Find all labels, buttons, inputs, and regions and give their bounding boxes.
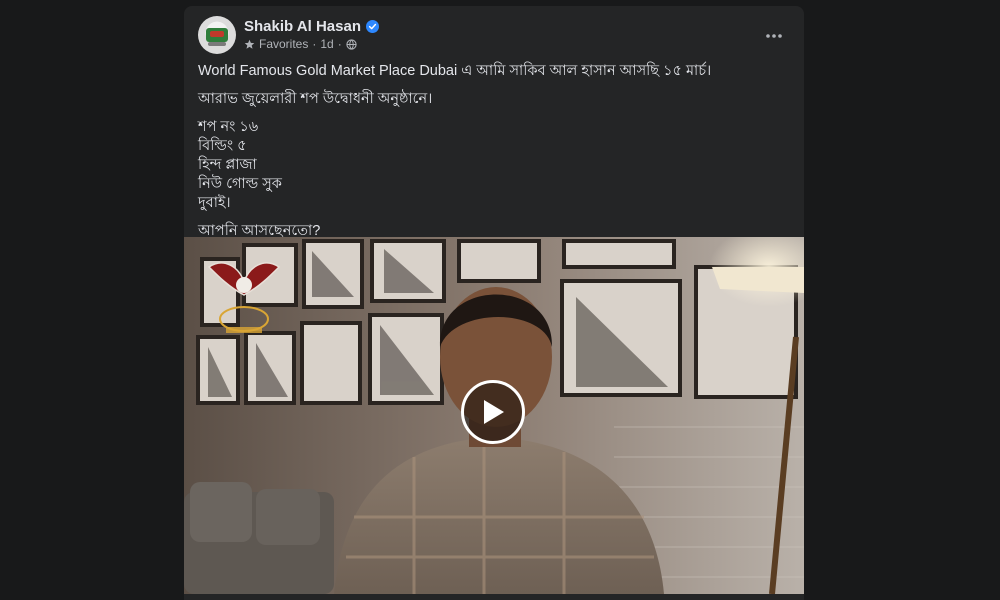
globe-icon[interactable]: [346, 38, 357, 50]
address-line: হিন্দ প্লাজা: [198, 157, 257, 173]
avatar[interactable]: [198, 16, 236, 54]
author-name[interactable]: Shakib Al Hasan: [244, 18, 361, 35]
address-line: নিউ গোল্ড সুক: [198, 176, 282, 192]
post-header: Shakib Al Hasan Favorites · 1d ·: [198, 16, 790, 56]
more-options-button[interactable]: [758, 20, 790, 52]
address-line: বিল্ডিং ৫: [198, 138, 247, 154]
video-player[interactable]: [184, 237, 804, 594]
verified-badge-icon: [365, 20, 379, 33]
address-line: দুবাই।: [198, 195, 231, 211]
post-text-line: World Famous Gold Market Place Dubai এ আ…: [198, 63, 712, 79]
meta-separator: ·: [312, 37, 317, 51]
address-line: শপ নং ১৬: [198, 119, 259, 135]
author-row: Shakib Al Hasan: [244, 18, 379, 35]
reaction-bar[interactable]: [200, 596, 232, 600]
post-text: World Famous Gold Market Place Dubai এ আ…: [198, 62, 788, 250]
post-meta: Favorites · 1d ·: [244, 37, 357, 51]
audience-label[interactable]: Favorites: [259, 37, 308, 51]
more-options-icon: [766, 34, 782, 38]
play-icon: [484, 400, 504, 424]
star-icon: [244, 39, 255, 49]
meta-separator: ·: [337, 37, 342, 51]
post-time[interactable]: 1d: [320, 37, 333, 51]
post-address: শপ নং ১৬ বিল্ডিং ৫ হিন্দ প্লাজা নিউ গোল্…: [198, 118, 788, 213]
play-button[interactable]: [461, 380, 525, 444]
post-text-line: আরাভ জুয়েলারী শপ উদ্বোধনী অনুষ্ঠানে।: [198, 91, 433, 107]
post-card: Shakib Al Hasan Favorites · 1d · World F…: [184, 6, 804, 600]
